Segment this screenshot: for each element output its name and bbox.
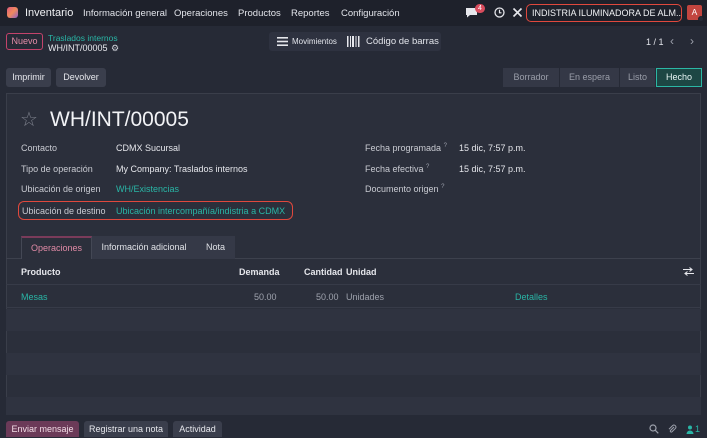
unit-cell: Unidades (346, 292, 385, 302)
menu-informacion-general[interactable]: Información general (83, 8, 167, 19)
origin-location-label: Ubicación de origen (21, 184, 101, 194)
star-icon[interactable]: ☆ (20, 107, 38, 132)
destination-location-link[interactable]: Ubicación intercompañía/indistria a CDMX (116, 206, 285, 216)
activity-button[interactable]: Actividad (173, 421, 222, 437)
tab-operaciones[interactable]: Operaciones (21, 236, 92, 259)
menu-configuracion[interactable]: Configuración (341, 8, 400, 19)
clock-icon[interactable] (494, 7, 505, 18)
column-header-unit[interactable]: Unidad (346, 267, 377, 277)
scheduled-date-label: Fecha programada ? (365, 143, 447, 153)
contact-field[interactable]: CDMX Sucursal (116, 143, 180, 153)
effective-date-label: Fecha efectiva ? (365, 164, 430, 174)
details-link[interactable]: Detalles (515, 292, 548, 302)
presence-dot (698, 16, 704, 22)
send-message-button[interactable]: Enviar mensaje (6, 421, 79, 437)
movements-button[interactable]: Movimientos (292, 37, 337, 46)
chevron-right-icon[interactable]: › (690, 34, 694, 48)
gear-icon[interactable]: ⚙ (111, 43, 119, 54)
status-hecho[interactable]: Hecho (656, 68, 702, 87)
status-en-espera[interactable]: En espera (560, 68, 619, 87)
status-borrador[interactable]: Borrador (503, 68, 559, 87)
log-note-button[interactable]: Registrar una nota (84, 421, 168, 437)
barcode-icon (347, 36, 360, 47)
print-button[interactable]: Imprimir (6, 68, 51, 87)
paperclip-icon[interactable] (667, 424, 677, 434)
table-row (6, 397, 701, 415)
column-header-demand[interactable]: Demanda (239, 267, 280, 277)
scheduled-date-field[interactable]: 15 dic, 7:57 p.m. (459, 143, 526, 153)
operation-type-field[interactable]: My Company: Traslados internos (116, 164, 248, 174)
product-cell[interactable]: Mesas (21, 292, 48, 302)
header-divider (6, 284, 701, 285)
column-header-quantity[interactable]: Cantidad (304, 267, 343, 277)
column-settings-icon[interactable] (683, 267, 694, 276)
table-row (6, 353, 701, 375)
help-icon: ? (426, 164, 430, 170)
company-switcher[interactable]: INDISTRIA ILUMINADORA DE ALM... (526, 4, 682, 22)
app-name[interactable]: Inventario (25, 7, 73, 19)
tab-nota[interactable]: Nota (196, 236, 235, 259)
tab-informacion-adicional[interactable]: Información adicional (92, 236, 196, 259)
menu-reportes[interactable]: Reportes (291, 8, 330, 19)
quantity-cell[interactable]: 50.00 (316, 292, 339, 302)
breadcrumb-parent-link[interactable]: Traslados internos (48, 33, 118, 43)
contact-label: Contacto (21, 143, 58, 153)
help-icon: ? (443, 143, 447, 149)
record-title: WH/INT/00005 (50, 108, 189, 131)
list-icon (277, 37, 288, 46)
followers-count: 1 (695, 424, 701, 434)
menu-productos[interactable]: Productos (238, 8, 281, 19)
tools-icon[interactable] (512, 7, 523, 18)
status-listo[interactable]: Listo (620, 68, 655, 87)
table-row (6, 309, 701, 331)
return-button[interactable]: Devolver (56, 68, 106, 87)
menu-operaciones[interactable]: Operaciones (174, 8, 228, 19)
breadcrumb-current: WH/INT/00005 (48, 43, 108, 53)
message-count-badge: 4 (475, 4, 485, 13)
column-header-product[interactable]: Producto (21, 267, 61, 277)
followers-icon[interactable] (686, 425, 694, 434)
origin-location-link[interactable]: WH/Existencias (116, 184, 179, 194)
chevron-left-icon[interactable]: ‹ (670, 34, 674, 48)
operation-type-label: Tipo de operación (21, 164, 93, 174)
source-document-label: Documento origen ? (365, 184, 445, 194)
row-divider (6, 307, 701, 308)
barcode-button[interactable]: Código de barras (366, 36, 439, 47)
inventory-app-icon[interactable] (7, 7, 18, 18)
destination-location-label: Ubicación de destino (22, 206, 106, 216)
effective-date-field[interactable]: 15 dic, 7:57 p.m. (459, 164, 526, 174)
new-button[interactable]: Nuevo (6, 33, 43, 50)
pager-value[interactable]: 1 / 1 (646, 37, 664, 47)
demand-cell: 50.00 (254, 292, 277, 302)
help-icon: ? (441, 184, 445, 190)
search-icon[interactable] (649, 424, 659, 434)
